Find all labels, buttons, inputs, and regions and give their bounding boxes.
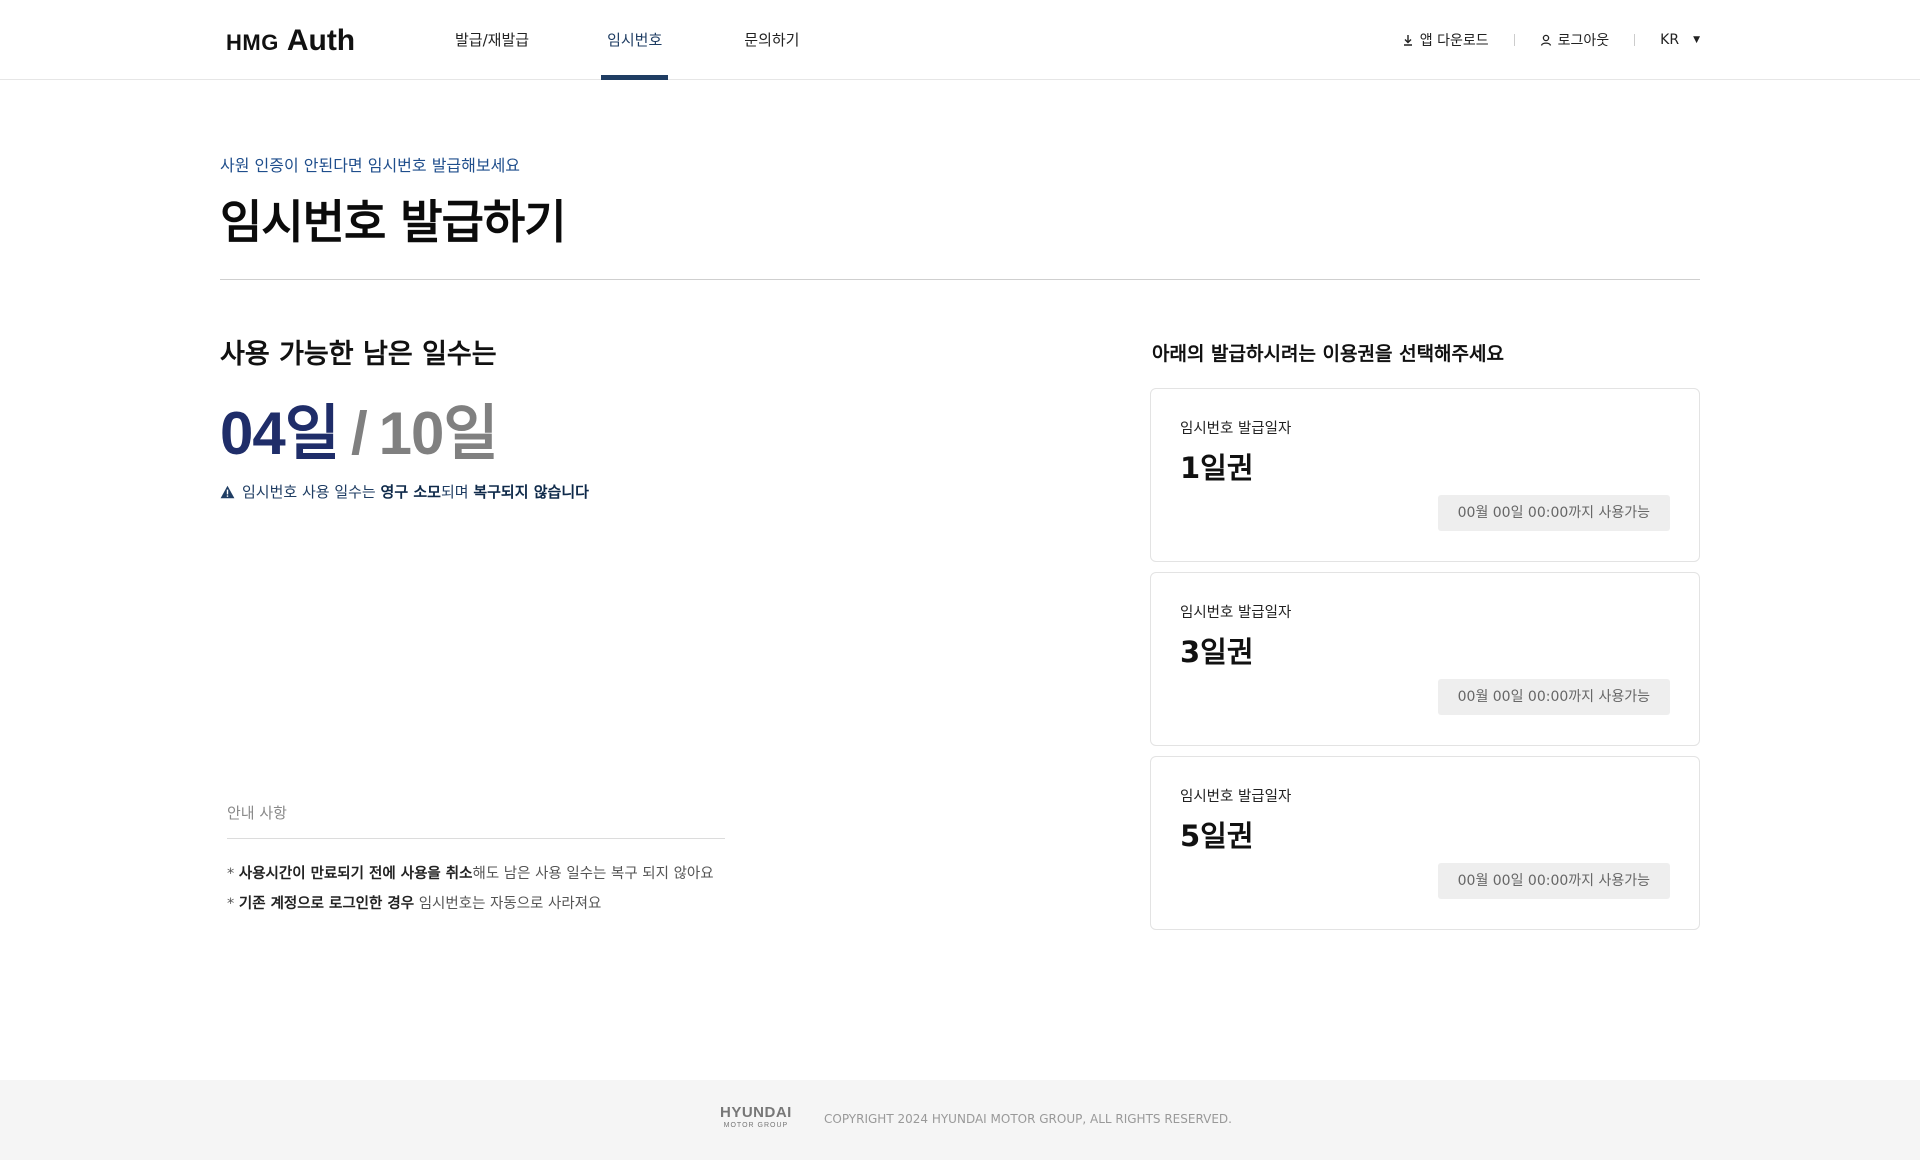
site-header: HMG Auth 발급/재발급 임시번호 문의하기 앱 다운로드 로그아웃 KR: [0, 0, 1920, 80]
site-footer: HYUNDAI MOTOR GROUP COPYRIGHT 2024 HYUND…: [0, 1080, 1920, 1160]
ticket-availability-badge: 00월 00일 00:00까지 사용가능: [1437, 495, 1670, 531]
nav-item-temp-number-label: 임시번호: [607, 31, 663, 49]
ticket-name: 1일권: [1180, 451, 1254, 485]
ticket-name: 3일권: [1180, 635, 1254, 669]
logo-prefix: HMG: [226, 30, 279, 55]
hmg-auth-logo[interactable]: HMG Auth: [226, 24, 355, 58]
download-icon: [1403, 34, 1412, 46]
caret-down-icon: ▼: [1693, 34, 1700, 45]
main-nav: 발급/재발급 임시번호 문의하기: [455, 0, 799, 80]
ticket-option-3day[interactable]: 임시번호 발급일자 3일권 00월 00일 00:00까지 사용가능: [1150, 572, 1700, 746]
logo-main: Auth: [286, 24, 356, 57]
warning-text: 임시번호 사용 일수는 영구 소모되며 복구되지 않습니다: [242, 483, 589, 501]
ticket-label: 임시번호 발급일자: [1180, 421, 1292, 437]
ticket-availability-badge: 00월 00일 00:00까지 사용가능: [1437, 679, 1670, 715]
remaining-days-label: 사용 가능한 남은 일수는: [220, 339, 497, 370]
ticket-option-5day[interactable]: 임시번호 발급일자 5일권 00월 00일 00:00까지 사용가능: [1150, 756, 1700, 930]
language-select[interactable]: KR ▼: [1660, 32, 1700, 48]
total-days: 10일: [378, 400, 499, 467]
notice-title: 안내 사항: [227, 804, 287, 822]
nav-item-issue-reissue[interactable]: 발급/재발급: [455, 0, 529, 79]
active-nav-indicator: [601, 75, 669, 80]
usage-warning: 임시번호 사용 일수는 영구 소모되며 복구되지 않습니다: [220, 481, 589, 502]
page-subtitle: 사원 인증이 안된다면 임시번호 발급해보세요: [220, 156, 521, 175]
ticket-availability-badge: 00월 00일 00:00까지 사용가능: [1437, 863, 1670, 899]
ticket-option-1day[interactable]: 임시번호 발급일자 1일권 00월 00일 00:00까지 사용가능: [1150, 388, 1700, 562]
title-divider: [220, 279, 1700, 280]
used-days: 04일: [220, 400, 340, 467]
hyundai-motor-group-logo: HYUNDAI MOTOR GROUP: [720, 1104, 792, 1130]
remaining-days-count: 04일/10일: [220, 385, 499, 472]
ticket-select-prompt: 아래의 발급하시려는 이용권을 선택해주세요: [1152, 343, 1504, 365]
app-download-link[interactable]: 앱 다운로드: [1402, 30, 1489, 50]
app-download-label: 앱 다운로드: [1419, 32, 1489, 49]
ticket-name: 5일권: [1180, 819, 1254, 853]
logout-label: 로그아웃: [1557, 32, 1610, 49]
notice-section: 안내 사항 * 사용시간이 만료되기 전에 사용을 취소해도 남은 사용 일수는…: [227, 802, 725, 919]
util-divider: [1634, 33, 1636, 46]
notice-list: * 사용시간이 만료되기 전에 사용을 취소해도 남은 사용 일수는 복구 되지…: [227, 859, 725, 919]
notice-item: * 기존 계정으로 로그인한 경우 임시번호는 자동으로 사라져요: [227, 896, 602, 912]
copyright-text: COPYRIGHT 2024 HYUNDAI MOTOR GROUP, ALL …: [824, 1112, 1232, 1126]
user-icon: [1540, 34, 1551, 46]
notice-item: * 사용시간이 만료되기 전에 사용을 취소해도 남은 사용 일수는 복구 되지…: [227, 866, 714, 882]
language-value: KR: [1660, 31, 1680, 48]
utility-menu: 앱 다운로드 로그아웃 KR ▼: [1402, 0, 1700, 79]
nav-item-temp-number[interactable]: 임시번호: [601, 0, 669, 80]
ticket-label: 임시번호 발급일자: [1180, 605, 1292, 621]
ticket-label: 임시번호 발급일자: [1180, 789, 1292, 805]
warning-icon: [220, 485, 235, 498]
nav-item-inquiry[interactable]: 문의하기: [744, 0, 799, 79]
logout-link[interactable]: 로그아웃: [1540, 30, 1610, 50]
notice-divider: [227, 838, 725, 839]
util-divider: [1513, 33, 1515, 46]
days-separator: /: [350, 400, 368, 467]
page-title: 임시번호 발급하기: [220, 195, 567, 249]
